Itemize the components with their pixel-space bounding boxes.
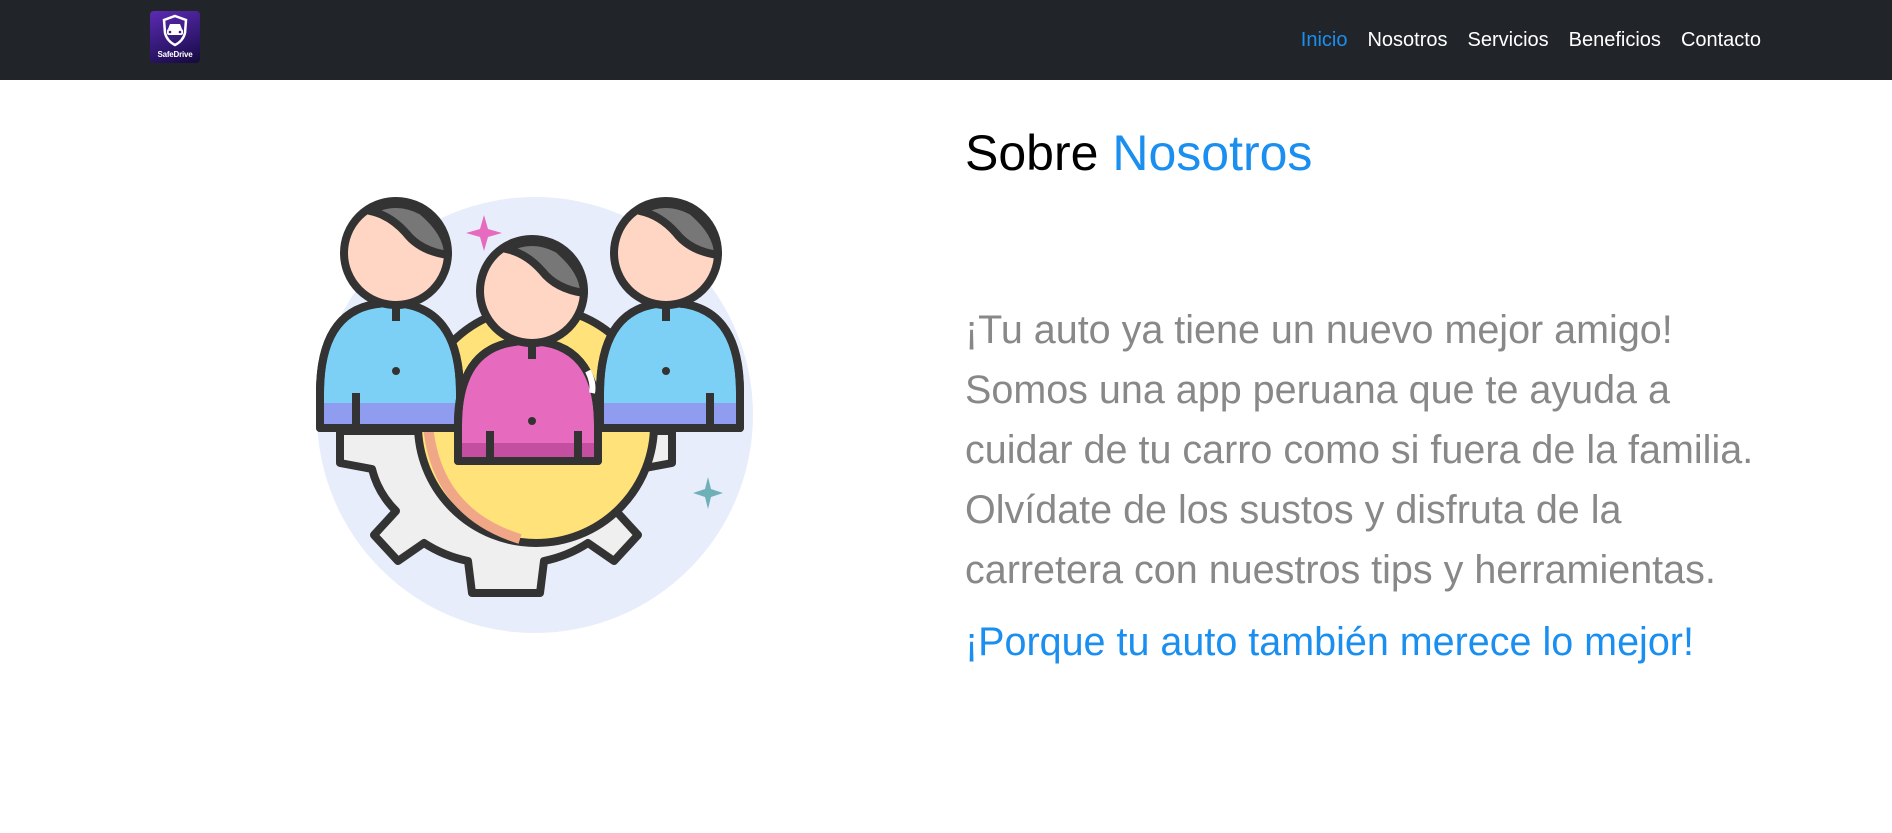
brand-logo[interactable]: SafeDrive [150, 11, 200, 63]
team-gear-illustration [316, 197, 753, 633]
tagline: ¡Porque tu auto también merece lo mejor! [965, 620, 1694, 664]
description-line: carretera con nuestros tips y herramient… [965, 548, 1716, 592]
nav-item-inicio[interactable]: Inicio [1301, 29, 1348, 52]
nav-links: Inicio Nosotros Servicios Beneficios Con… [1281, 0, 1761, 80]
logo-text: SafeDrive [157, 50, 193, 59]
nav-item-beneficios[interactable]: Beneficios [1569, 29, 1661, 52]
description-line: ¡Tu auto ya tiene un nuevo mejor amigo! [965, 308, 1673, 352]
nav-item-nosotros[interactable]: Nosotros [1367, 29, 1447, 52]
title-main: Sobre [965, 125, 1099, 181]
description-line: Olvídate de los sustos y disfruta de la [965, 488, 1622, 532]
description-line: cuidar de tu carro como si fuera de la f… [965, 428, 1754, 472]
navbar: SafeDrive Inicio Nosotros Servicios Bene… [0, 0, 1892, 80]
about-description: ¡Tu auto ya tiene un nuevo mejor amigo! … [965, 300, 1765, 600]
nav-item-servicios[interactable]: Servicios [1468, 29, 1549, 52]
nav-item-contacto[interactable]: Contacto [1681, 29, 1761, 52]
title-accent: Nosotros [1112, 125, 1313, 181]
description-line: Somos una app peruana que te ayuda a [965, 368, 1670, 412]
shield-car-icon [162, 14, 188, 47]
section-title: Sobre Nosotros [965, 124, 1312, 182]
